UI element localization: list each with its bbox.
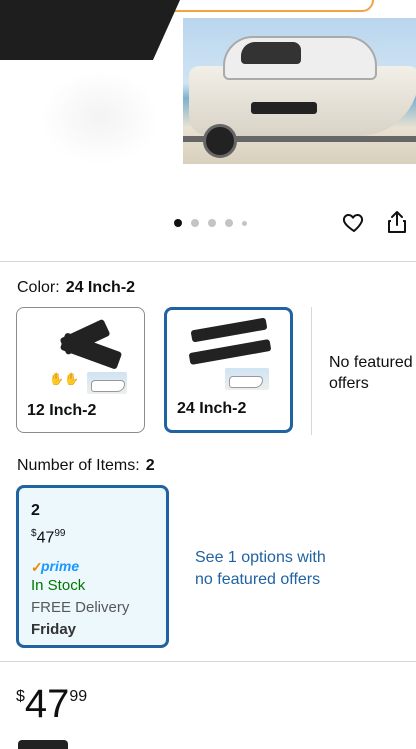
pad-image [190,317,268,343]
offer-price-whole: 47 [36,529,55,547]
prime-badge: prime [41,558,80,574]
delivery-day: Friday [31,621,77,638]
stock-status: In Stock [31,577,86,594]
share-icon[interactable] [386,210,408,234]
color-option-24-inch[interactable]: 24 Inch-2 [164,307,293,433]
mini-boat [229,376,263,388]
offer-quantity: 2 [31,502,40,519]
bunk-pad-on-boat [251,102,317,114]
price-fraction: 99 [69,688,88,705]
boat-thumbnail [87,372,127,394]
product-image-boat-photo [183,18,416,164]
gallery-dot[interactable] [174,219,182,227]
color-selected-value: 24 Inch-2 [65,279,136,296]
items-selected-value: 2 [145,457,155,474]
section-divider [0,261,416,262]
color-label-text: Color: [17,279,60,296]
gallery-dot[interactable] [208,219,216,227]
color-option-12-inch[interactable]: ✋✋ 12 Inch-2 [16,307,145,433]
gallery-dot[interactable] [225,219,233,227]
gloves-icon: ✋✋ [49,372,79,386]
pad-image [188,338,272,366]
boat-thumbnail [225,368,269,390]
offer-price-fraction: 99 [54,528,66,539]
see-options-link[interactable]: See 1 options with no featured offers [195,547,326,591]
bottom-toolbar-remnant [18,740,68,749]
price-whole: 47 [24,682,70,726]
no-featured-offers-text: No featured offers [329,354,413,392]
offer-price: $4799 [31,528,65,547]
boat-window [241,42,301,64]
product-image-gallery[interactable] [0,0,416,175]
color-option-label: 12 Inch-2 [27,402,97,419]
color-label: Color: 24 Inch-2 [17,279,135,297]
product-image-watermark [40,70,160,165]
items-label-text: Number of Items: [17,457,140,474]
heart-icon[interactable] [342,210,366,234]
trailer-wheel [203,124,237,158]
product-image-pads [0,0,180,60]
vertical-divider [311,307,312,435]
quantity-option-card[interactable]: 2 $4799 ✓ prime In Stock FREE Delivery F… [16,485,169,648]
number-of-items-label: Number of Items: 2 [17,457,155,475]
price-currency: $ [16,688,25,705]
section-divider [0,661,416,662]
product-price: $4799 [16,682,87,727]
gallery-pagination-dots[interactable] [174,218,247,228]
color-option-label: 24 Inch-2 [177,400,247,417]
mini-boat [91,380,125,392]
gallery-dot[interactable] [191,219,199,227]
gallery-dot[interactable] [242,220,247,226]
delivery-text: FREE Delivery [31,599,130,616]
